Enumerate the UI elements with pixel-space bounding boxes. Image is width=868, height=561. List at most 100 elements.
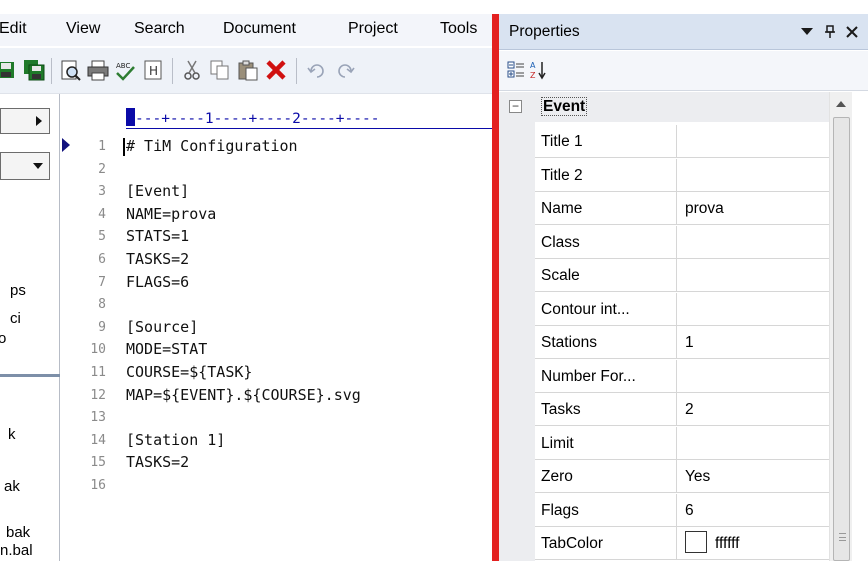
property-row[interactable]: Title 2: [535, 158, 829, 192]
property-name: Title 2: [535, 158, 677, 192]
dropdown-arrow-icon[interactable]: [798, 23, 816, 41]
editor-line[interactable]: 7 FLAGS=6: [60, 272, 492, 294]
property-value[interactable]: Yes: [677, 460, 829, 493]
code-editor[interactable]: ---+----1----+----2----+---- 1 # TiM Conf…: [60, 94, 492, 561]
editor-line[interactable]: 8: [60, 294, 492, 316]
menu-view[interactable]: View: [66, 20, 100, 38]
property-row[interactable]: TabColor ffffff: [535, 527, 829, 560]
menu-edit[interactable]: Edit: [0, 20, 27, 38]
properties-scrollbar[interactable]: [829, 92, 852, 561]
property-row[interactable]: Flags 6: [535, 493, 829, 527]
property-row[interactable]: Name prova: [535, 192, 829, 225]
editor-line[interactable]: 5 STATS=1: [60, 226, 492, 248]
side-text: ps: [10, 282, 26, 299]
line-number: 6: [98, 252, 106, 267]
save-all-icon[interactable]: [22, 58, 46, 82]
editor-line[interactable]: 6 TASKS=2: [60, 249, 492, 271]
editor-line[interactable]: 15 TASKS=2: [60, 452, 492, 474]
property-value[interactable]: [677, 427, 829, 460]
delete-icon[interactable]: [264, 58, 288, 82]
side-dropdown[interactable]: [0, 152, 50, 180]
property-value[interactable]: prova: [677, 192, 829, 225]
editor-line[interactable]: 14 [Station 1]: [60, 430, 492, 452]
property-value[interactable]: ffffff: [677, 527, 829, 560]
property-value[interactable]: [677, 259, 829, 292]
editor-line[interactable]: 2: [60, 159, 492, 181]
redo-icon[interactable]: [333, 58, 357, 82]
spellcheck-icon[interactable]: ABC: [113, 58, 137, 82]
cut-icon[interactable]: [180, 58, 204, 82]
property-row[interactable]: Stations 1: [535, 326, 829, 359]
line-number: 8: [98, 297, 106, 313]
property-grid-gutter: [499, 92, 535, 561]
property-value[interactable]: [677, 293, 829, 326]
property-value[interactable]: [677, 226, 829, 259]
property-row[interactable]: Limit: [535, 426, 829, 460]
color-swatch[interactable]: [685, 531, 707, 554]
nav-right-button[interactable]: [0, 108, 50, 134]
property-row[interactable]: Title 1: [535, 125, 829, 158]
save-icon[interactable]: [0, 58, 18, 82]
scrollbar-thumb[interactable]: [833, 117, 850, 561]
ruler-cursor-marker: [126, 108, 135, 126]
line-number: 13: [90, 410, 106, 426]
editor-line[interactable]: 13: [60, 407, 492, 429]
line-number: 2: [98, 161, 106, 177]
property-value[interactable]: [677, 360, 829, 393]
side-text: bak: [6, 524, 31, 541]
line-number: 10: [90, 342, 106, 358]
menu-tools[interactable]: Tools: [440, 20, 477, 38]
print-icon[interactable]: [86, 58, 110, 82]
editor-line[interactable]: 4 NAME=prova: [60, 204, 492, 226]
property-row[interactable]: Tasks 2: [535, 393, 829, 426]
close-icon[interactable]: [843, 23, 861, 41]
property-row[interactable]: Number For...: [535, 359, 829, 393]
editor-line[interactable]: 12 MAP=${EVENT}.${COURSE}.svg: [60, 385, 492, 407]
property-value[interactable]: 6: [677, 494, 829, 527]
format-icon[interactable]: H: [141, 58, 165, 82]
properties-title-bar: Properties: [499, 14, 868, 50]
line-text: TASKS=2: [126, 453, 190, 472]
svg-text:A: A: [530, 61, 536, 70]
editor-line[interactable]: 16: [60, 475, 492, 497]
menu-project[interactable]: Project: [348, 20, 398, 38]
ruler-text: ---+----1----+----2----+----: [135, 111, 380, 127]
property-row[interactable]: Zero Yes: [535, 460, 829, 493]
property-value[interactable]: [677, 125, 829, 158]
property-name: Tasks: [535, 393, 677, 426]
copy-icon[interactable]: [208, 58, 232, 82]
svg-text:ABC: ABC: [116, 62, 130, 70]
pin-icon[interactable]: [821, 23, 839, 41]
print-preview-icon[interactable]: [58, 58, 82, 82]
categorized-icon[interactable]: [507, 61, 525, 79]
line-number: 7: [98, 274, 106, 290]
scroll-grip-icon: [839, 533, 846, 541]
property-row[interactable]: Scale: [535, 259, 829, 292]
category-event[interactable]: − Event: [499, 92, 829, 122]
editor-line[interactable]: 9 [Source]: [60, 317, 492, 339]
line-number: 11: [90, 365, 106, 380]
line-number: 5: [98, 229, 106, 245]
property-value[interactable]: [677, 159, 829, 192]
editor-line[interactable]: 10 MODE=STAT: [60, 339, 492, 361]
collapse-icon[interactable]: −: [509, 100, 522, 113]
column-ruler: ---+----1----+----2----+----: [126, 108, 492, 128]
property-value[interactable]: 2: [677, 393, 829, 426]
sort-alphabetical-icon[interactable]: AZ: [530, 61, 548, 80]
editor-line[interactable]: 3 [Event]: [60, 181, 492, 203]
undo-icon[interactable]: [305, 58, 329, 82]
editor-line[interactable]: 11 COURSE=${TASK}: [60, 362, 492, 384]
panel-splitter[interactable]: [492, 14, 499, 561]
menu-document[interactable]: Document: [223, 20, 296, 38]
editor-line[interactable]: 1 # TiM Configuration: [60, 136, 492, 158]
property-row[interactable]: Class: [535, 225, 829, 259]
menu-bar: Edit View Search Document Project Tools: [0, 14, 492, 46]
paste-icon[interactable]: [236, 58, 260, 82]
line-text: NAME=prova: [126, 204, 217, 223]
scroll-up-icon[interactable]: [836, 101, 846, 107]
menu-search[interactable]: Search: [134, 20, 185, 38]
property-row[interactable]: Contour int...: [535, 292, 829, 326]
property-name: TabColor: [535, 527, 677, 560]
line-number: 12: [90, 387, 106, 403]
property-value[interactable]: 1: [677, 326, 829, 359]
